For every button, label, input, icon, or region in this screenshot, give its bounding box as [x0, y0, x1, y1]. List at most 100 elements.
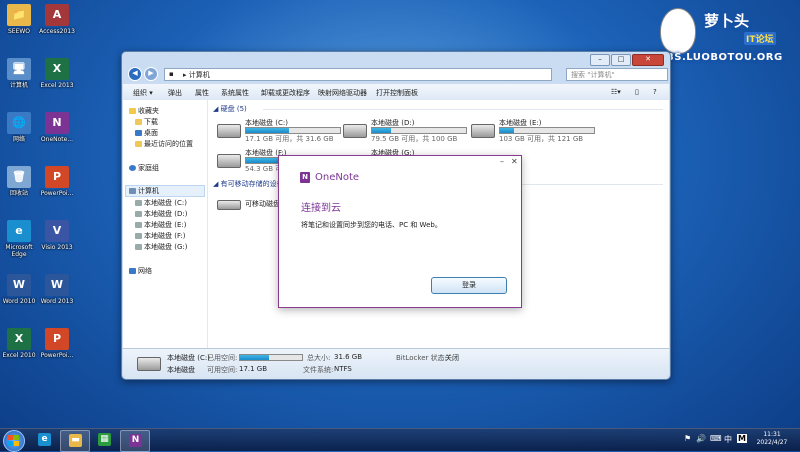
taskbar-edge[interactable]: e [30, 430, 58, 450]
desktop-icon-7[interactable]: 🗑 回收站 [0, 166, 38, 197]
sidebar-favorites[interactable]: 收藏夹 [129, 106, 159, 116]
sidebar-item-drive-g[interactable]: 本地磁盘 (G:) [135, 242, 187, 252]
search-input[interactable]: 搜索 "计算机" [566, 68, 668, 81]
app-icon: 🌐 [7, 112, 31, 134]
help-icon[interactable]: ? [653, 88, 657, 96]
organize-button[interactable]: 组织 ▾ [133, 88, 153, 98]
app-icon: P [45, 166, 69, 188]
desktop-icon-14[interactable]: P PowerPoi... [38, 328, 76, 359]
desktop-icon-12[interactable]: W Word 2013 [38, 274, 76, 305]
desktop-icon-label: Excel 2010 [2, 352, 36, 359]
sidebar-item-drive-c[interactable]: 本地磁盘 (C:) [135, 198, 187, 208]
drive-icon [135, 222, 142, 228]
sidebar-network[interactable]: 网络 [129, 266, 152, 276]
address-bar[interactable]: ▪ ▸ 计算机 [164, 68, 552, 81]
maximize-button[interactable]: □ [611, 54, 631, 66]
start-button[interactable] [3, 430, 25, 452]
input-method-icon[interactable]: 中 [724, 434, 732, 445]
dialog-heading: 连接到云 [301, 203, 341, 214]
map-network-drive-button[interactable]: 映射网络驱动器 [318, 88, 367, 98]
system-clock[interactable]: 11:31 2022/4/27 [752, 431, 792, 447]
drive-c[interactable]: 本地磁盘 (C:) 17.1 GB 可用，共 31.6 GB [217, 118, 341, 144]
back-arrow-icon[interactable]: ◀ [128, 67, 142, 81]
computer-icon: ▪ [169, 70, 174, 78]
details-drive-name: 本地磁盘 (C:) [167, 354, 210, 362]
radish-mascot-icon [660, 8, 696, 54]
minimize-button[interactable]: – [590, 54, 610, 66]
desktop-icon-label: PowerPoi... [40, 190, 74, 197]
usage-bar-fill [372, 128, 391, 133]
watermark-subtitle: IT论坛 [744, 32, 776, 45]
taskbar: e ▬ ▦ N ⚑ 🔊 ⌨ 中 M 11:31 2022/4/27 [0, 428, 800, 452]
dialog-minimize-button[interactable]: – [500, 157, 504, 166]
ime-mode-icon[interactable]: M [737, 434, 747, 443]
view-options-icon[interactable]: ☷▾ [611, 88, 621, 96]
app-icon: W [7, 274, 31, 296]
onenote-logo-icon: N [300, 172, 310, 183]
action-center-icon[interactable]: ⚑ [684, 434, 691, 443]
forward-arrow-icon[interactable]: ▶ [144, 67, 158, 81]
taskbar-explorer[interactable]: ▬ [60, 430, 90, 452]
keyboard-icon[interactable]: ⌨ [710, 434, 722, 443]
desktop-icon-9[interactable]: e Microsoft Edge [0, 220, 38, 258]
sidebar-item-downloads[interactable]: 下载 [135, 117, 158, 127]
app-icon: X [7, 328, 31, 350]
sidebar-item-drive-e[interactable]: 本地磁盘 (E:) [135, 220, 186, 230]
dialog-app-name: OneNote [315, 172, 360, 183]
drive-e[interactable]: 本地磁盘 (E:) 103 GB 可用，共 121 GB [471, 118, 595, 144]
taskbar-store[interactable]: ▦ [90, 430, 118, 450]
command-bar: 组织 ▾ 弹出 属性 系统属性 卸载或更改程序 映射网络驱动器 打开控制面板 ☷… [123, 84, 669, 101]
dialog-close-button[interactable]: ✕ [511, 157, 518, 166]
drive-d[interactable]: 本地磁盘 (D:) 79.5 GB 可用，共 100 GB [343, 118, 467, 144]
details-free-label: 可用空间: [207, 366, 238, 374]
star-icon [129, 108, 136, 114]
taskbar-onenote[interactable]: N [120, 430, 150, 452]
desktop-icon-1[interactable]: 📁 SEEWO [0, 4, 38, 35]
eject-button[interactable]: 弹出 [168, 88, 182, 98]
uninstall-program-button[interactable]: 卸载或更改程序 [261, 88, 310, 98]
sidebar-item-drive-d[interactable]: 本地磁盘 (D:) [135, 209, 187, 219]
desktop-icon-label: Word 2013 [40, 298, 74, 305]
hard-drive-icon [217, 124, 241, 138]
desktop-icon-4[interactable]: X Excel 2013 [38, 58, 76, 89]
desktop-icon-8[interactable]: P PowerPoi... [38, 166, 76, 197]
desktop-icon-label: Access2013 [39, 28, 75, 35]
desktop-icon-2[interactable]: A Access2013 [38, 4, 76, 35]
volume-icon[interactable]: 🔊 [696, 434, 706, 443]
details-bitlocker-label: BitLocker 状态: [396, 354, 447, 362]
group-hard-disks[interactable]: ◢ 硬盘 (5) [213, 104, 247, 114]
desktop-icon-10[interactable]: V Visio 2013 [38, 220, 76, 251]
details-usage-fill [240, 355, 269, 360]
navigation-pane: 收藏夹 下载 桌面 最近访问的位置 家庭组 计算机 本地磁盘 (C:) 本地磁盘… [123, 100, 208, 348]
onenote-dialog: – ✕ N OneNote 连接到云 将笔记和设置同步到您的电话、PC 和 We… [278, 155, 522, 308]
desktop-icon-11[interactable]: W Word 2010 [0, 274, 38, 305]
preview-pane-icon[interactable]: ▯ [635, 88, 639, 96]
computer-icon [129, 188, 136, 194]
watermark-logo: 萝卜头 IT论坛 BBS.LUOBOTOU.ORG [656, 6, 796, 68]
network-icon [129, 268, 136, 274]
sidebar-item-drive-f[interactable]: 本地磁盘 (F:) [135, 231, 186, 241]
sidebar-computer[interactable]: 计算机 [129, 186, 159, 196]
app-icon: 🗑 [7, 166, 31, 188]
sign-in-button[interactable]: 登录 [431, 277, 507, 294]
app-icon: e [7, 220, 31, 242]
open-control-panel-button[interactable]: 打开控制面板 [376, 88, 418, 98]
drive-icon [135, 211, 142, 217]
properties-button[interactable]: 属性 [195, 88, 209, 98]
app-icon: W [45, 274, 69, 296]
desktop-icon-5[interactable]: 🌐 网络 [0, 112, 38, 143]
search-placeholder: 搜索 "计算机" [571, 71, 615, 79]
desktop-icon-13[interactable]: X Excel 2010 [0, 328, 38, 359]
sidebar-homegroup[interactable]: 家庭组 [129, 163, 159, 173]
group-removable[interactable]: ◢ 有可移动存储的设备 [213, 179, 284, 189]
watermark-url: BBS.LUOBOTOU.ORG [658, 52, 783, 63]
close-button[interactable]: ✕ [632, 54, 664, 66]
sidebar-item-desktop[interactable]: 桌面 [135, 128, 158, 138]
system-properties-button[interactable]: 系统属性 [221, 88, 249, 98]
desktop-icon-3[interactable]: 🖥 计算机 [0, 58, 38, 89]
details-drive-type: 本地磁盘 [167, 366, 195, 374]
usage-bar-fill [246, 128, 290, 133]
usage-bar [245, 127, 341, 134]
desktop-icon-6[interactable]: N OneNote... [38, 112, 76, 143]
sidebar-item-recent[interactable]: 最近访问的位置 [135, 139, 193, 149]
